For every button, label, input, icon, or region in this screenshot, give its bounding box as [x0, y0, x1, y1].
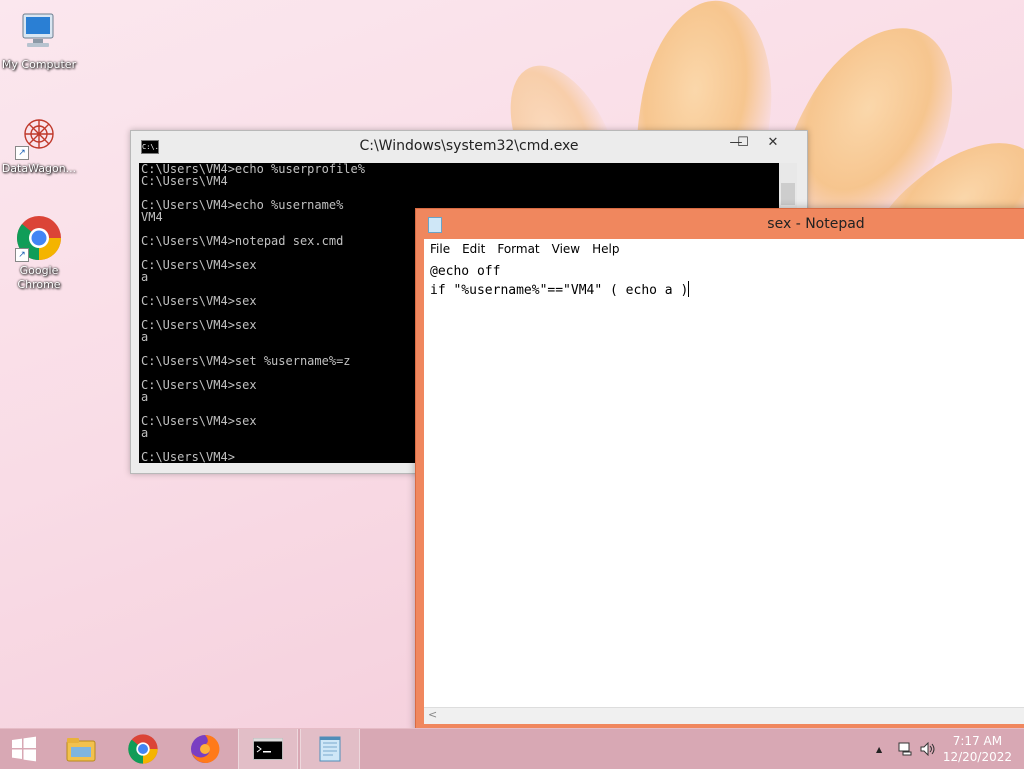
editor-line: if "%username%"=="VM4" ( echo a ): [430, 283, 689, 298]
desktop-icon-label: My Computer: [1, 58, 77, 71]
notepad-icon: [319, 736, 341, 762]
taskbar-chrome[interactable]: [114, 729, 172, 769]
notepad-window[interactable]: sex - Notepad File Edit Format View Help @ec…: [415, 208, 1024, 732]
desktop-icon-label: Google Chrome: [17, 264, 61, 291]
maximize-button[interactable]: ☐: [731, 133, 755, 153]
notepad-titlebar[interactable]: sex - Notepad: [416, 209, 1024, 239]
text-caret: [688, 281, 690, 297]
notepad-text-editor[interactable]: @echo off if "%username%"=="VM4" ( echo …: [424, 259, 1024, 713]
volume-icon[interactable]: [920, 729, 938, 769]
windows-start-icon: [12, 736, 36, 762]
tray-overflow-button[interactable]: ▲: [876, 729, 882, 769]
cmd-titlebar[interactable]: C:\. C:\Windows\system32\cmd.exe — ☐ ✕: [131, 131, 807, 161]
taskbar-notepad[interactable]: [300, 729, 360, 769]
desktop-icon-my-computer[interactable]: My Computer: [0, 8, 78, 72]
desktop-icon-datawagon[interactable]: ↗ DataWagon...: [0, 112, 78, 176]
clock-date: 12/20/2022: [942, 750, 1012, 764]
notepad-horizontal-scrollbar[interactable]: <: [424, 707, 1024, 724]
menu-help[interactable]: Help: [586, 239, 625, 256]
chrome-icon: ↗: [15, 214, 63, 262]
file-explorer-icon: [66, 738, 96, 762]
menu-file[interactable]: File: [424, 239, 456, 256]
console-line: C:\Users\VM4: [141, 174, 228, 188]
shortcut-arrow-icon: ↗: [15, 146, 29, 160]
shortcut-arrow-icon: ↗: [15, 248, 29, 262]
menu-format[interactable]: Format: [491, 239, 545, 256]
notepad-menubar: File Edit Format View Help: [424, 239, 1024, 259]
computer-icon: [15, 8, 63, 56]
taskbar: ▲ 7:17 AM 12/20/2022: [0, 728, 1024, 769]
menu-view[interactable]: View: [546, 239, 586, 256]
taskbar-clock[interactable]: 7:17 AM 12/20/2022: [943, 733, 1012, 765]
network-icon[interactable]: [898, 729, 914, 769]
cmd-window-title: C:\Windows\system32\cmd.exe: [359, 138, 579, 154]
windows-start-button[interactable]: [0, 729, 48, 769]
datawagon-icon: ↗: [15, 112, 63, 160]
desktop-icon-chrome[interactable]: ↗ Google Chrome: [0, 214, 78, 292]
scroll-left-arrow-icon[interactable]: <: [428, 708, 437, 721]
cmd-icon: [253, 738, 283, 760]
console-line: C:\Users\VM4>echo %userprofile%: [141, 163, 365, 176]
taskbar-cmd[interactable]: [238, 729, 298, 769]
notepad-window-title: sex - Notepad: [767, 216, 865, 232]
tray-arrow-icon: ▲: [876, 744, 883, 754]
editor-line: @echo off: [430, 264, 501, 279]
taskbar-file-explorer[interactable]: [52, 729, 110, 769]
scrollbar-thumb[interactable]: [781, 183, 795, 205]
firefox-icon: [191, 734, 220, 763]
clock-time: 7:17 AM: [952, 734, 1003, 748]
desktop-icon-label: DataWagon...: [1, 162, 77, 175]
menu-edit[interactable]: Edit: [456, 239, 491, 256]
close-button[interactable]: ✕: [761, 133, 785, 153]
taskbar-firefox[interactable]: [176, 729, 234, 769]
chrome-icon: [128, 734, 158, 764]
